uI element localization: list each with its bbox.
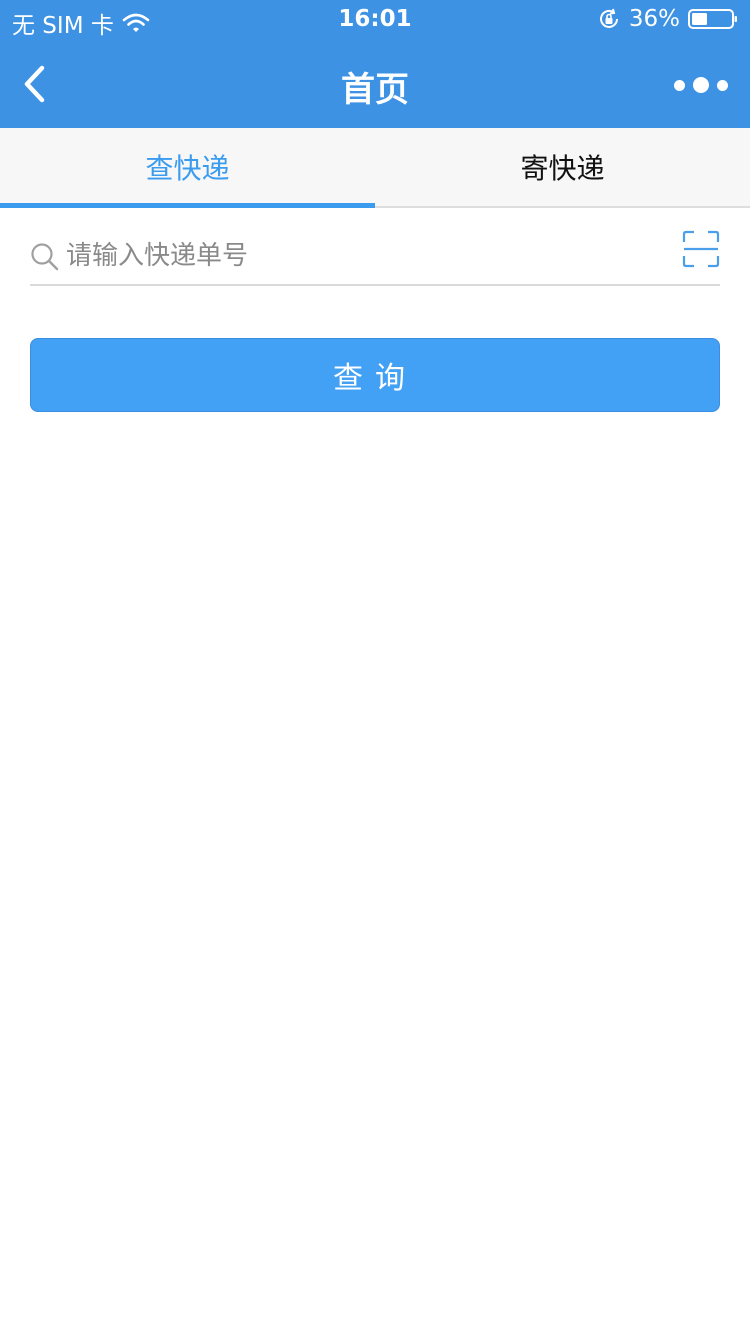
status-right: 36%	[597, 6, 738, 32]
status-bar: 无 SIM 卡 16:01 36%	[0, 0, 750, 40]
more-dots-icon	[674, 79, 685, 91]
tab-bar: 查快递 寄快递	[0, 128, 750, 208]
app-header: 无 SIM 卡 16:01 36% 首页	[0, 0, 750, 128]
more-dots-icon	[717, 79, 728, 91]
tab-send-express[interactable]: 寄快递	[375, 128, 750, 206]
battery-icon	[688, 9, 737, 29]
more-dots-icon	[693, 77, 709, 93]
battery-percent: 36%	[628, 6, 680, 32]
rotation-lock-icon	[599, 8, 618, 28]
tab-check-express[interactable]: 查快递	[0, 128, 375, 208]
search-bar	[30, 228, 720, 286]
tracking-number-input[interactable]	[66, 234, 666, 278]
scan-icon[interactable]	[682, 230, 720, 268]
search-icon	[31, 243, 59, 271]
page-title: 首页	[341, 70, 409, 110]
nav-bar: 首页	[0, 40, 750, 128]
query-button[interactable]: 查询	[30, 338, 720, 412]
more-button[interactable]	[674, 68, 728, 102]
